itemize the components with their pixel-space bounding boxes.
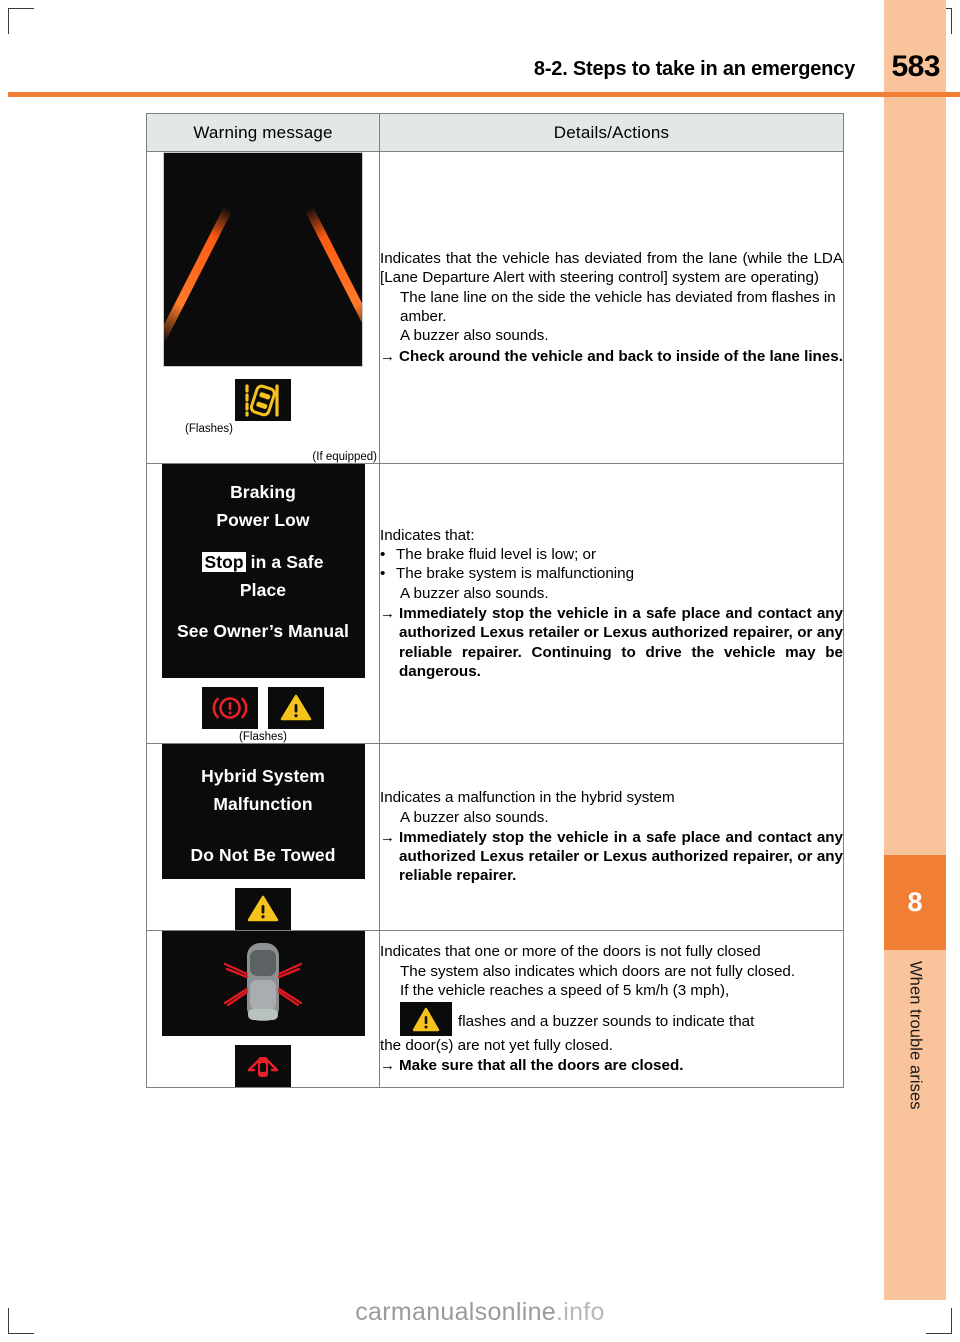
door-open-warning-icon [235,1045,291,1088]
details-cell: Indicates that: • The brake fluid level … [379,463,844,744]
details-action: → Immediately stop the vehicle in a safe… [380,604,843,681]
warning-display-cell: Braking Power Low Stop in a Safe Place S… [146,463,380,744]
details-cell: Indicates a malfunction in the hybrid sy… [379,742,844,932]
details-cell: Indicates that one or more of the doors … [379,930,844,1089]
warning-icon-row [147,1045,379,1088]
watermark-main: carmanualsonline [355,1298,556,1326]
lane-departure-display [163,152,363,367]
door-ajar-display [161,931,365,1037]
details-action: → Check around the vehicle and back to i… [380,347,843,366]
details-after-icon-text-2: the door(s) are not yet fully closed. [380,1037,613,1055]
warning-display-cell [146,930,380,1089]
lda-lane-departure-icon [235,379,291,421]
arrow-icon: → [380,1057,395,1075]
details-sub-1: The system also indicates which doors ar… [400,962,796,980]
details-inline-icon-line: flashes and a buzzer sounds to indicate … [400,1002,843,1037]
bullet-icon: • [380,546,386,564]
warning-display-cell: Hybrid System Malfunction Do Not Be Towe… [146,742,380,932]
details-intro: Indicates that the vehicle has deviated … [380,250,843,287]
details-action-text: Make sure that all the doors are closed. [399,1057,684,1075]
master-warning-icon [235,888,291,931]
details-intro: Indicates that one or more of the doors … [380,943,761,961]
details-after-icon-text: flashes and a buzzer sounds to indicate … [458,1013,755,1031]
arrow-icon: → [380,347,395,365]
details-cell: Indicates that the vehicle has deviated … [379,151,844,464]
details-sub-1: A buzzer also sounds. [400,808,549,826]
flashes-caption: (Flashes) [185,423,233,435]
details-bullet-text: The brake system is malfunctioning [396,565,635,583]
warning-message-table: Warning message Details/Actions (Flashes… [146,113,844,1089]
braking-power-low-display: Braking Power Low Stop in a Safe Place S… [161,464,365,678]
flashes-caption: (Flashes) [239,731,287,743]
display-line-3: Do Not Be Towed [190,844,336,865]
hybrid-malfunction-display: Hybrid System Malfunction Do Not Be Towe… [161,744,365,880]
lane-line-left [164,205,233,344]
details-action-text: Immediately stop the vehicle in a safe p… [399,828,843,885]
watermark: carmanualsonline.info [0,1298,960,1327]
details-action: → Make sure that all the doors are close… [380,1056,843,1075]
header-rule [8,92,960,97]
master-warning-icon [400,1002,452,1037]
bullet-icon: • [380,565,386,583]
details-action: → Immediately stop the vehicle in a safe… [380,828,843,886]
table-row: Hybrid System Malfunction Do Not Be Towe… [146,742,844,932]
if-equipped-caption: (If equipped) [312,451,377,463]
details-sub-1: A buzzer also sounds. [400,584,549,602]
details-bullet: • The brake fluid level is low; or [380,545,843,564]
arrow-icon: → [380,605,395,622]
page-number: 583 [891,50,940,83]
display-line-5: See Owner’s Manual [177,621,349,642]
details-sub-1: The lane line on the side the vehicle ha… [400,288,836,325]
watermark-suffix: .info [555,1298,605,1326]
warning-icon-row [147,888,379,931]
display-line-2: Power Low [216,510,310,531]
details-action-text: Check around the vehicle and back to ins… [399,347,843,365]
details-speed-line: If the vehicle reaches a speed of 5 km/h… [400,981,730,999]
sidebar-chapter-title: When trouble arises [884,955,946,1255]
warning-display-cell: (Flashes) (If equipped) [146,151,380,464]
warning-icon-row [147,687,379,729]
display-line-1: Braking [230,482,296,502]
column-header-details-actions: Details/Actions [379,113,844,152]
details-bullet: • The brake system is malfunctioning [380,564,843,583]
table-row: (Flashes) (If equipped) Indicates that t… [146,151,844,464]
details-sub-2: A buzzer also sounds. [400,327,549,345]
master-warning-icon [268,687,324,729]
display-line-4: Place [239,580,287,601]
details-intro: Indicates that: [380,526,475,544]
stop-rest: in a Safe [245,551,324,572]
crop-mark-top-left [8,8,34,34]
sidebar-chapter-number: 8 [884,855,946,950]
sidebar-chapter-title-text: When trouble arises [906,961,925,1110]
details-intro: Indicates a malfunction in the hybrid sy… [380,789,675,807]
table-header-row: Warning message Details/Actions [146,113,844,152]
table-row: Braking Power Low Stop in a Safe Place S… [146,463,844,744]
details-action-text: Immediately stop the vehicle in a safe p… [399,605,843,680]
manual-page: 8 When trouble arises 8-2. Steps to take… [0,0,960,1342]
brake-warning-icon [202,687,258,729]
column-header-warning-message: Warning message [146,113,380,152]
lane-line-right [304,205,362,344]
display-line-1: Hybrid System [201,766,325,786]
table-row: Indicates that one or more of the doors … [146,930,844,1089]
display-line-3: Stop in a Safe [168,548,359,576]
details-bullet-text: The brake fluid level is low; or [396,546,597,564]
arrow-icon: → [380,828,395,846]
stop-highlight: Stop [202,551,246,572]
display-line-2: Malfunction [213,794,313,815]
